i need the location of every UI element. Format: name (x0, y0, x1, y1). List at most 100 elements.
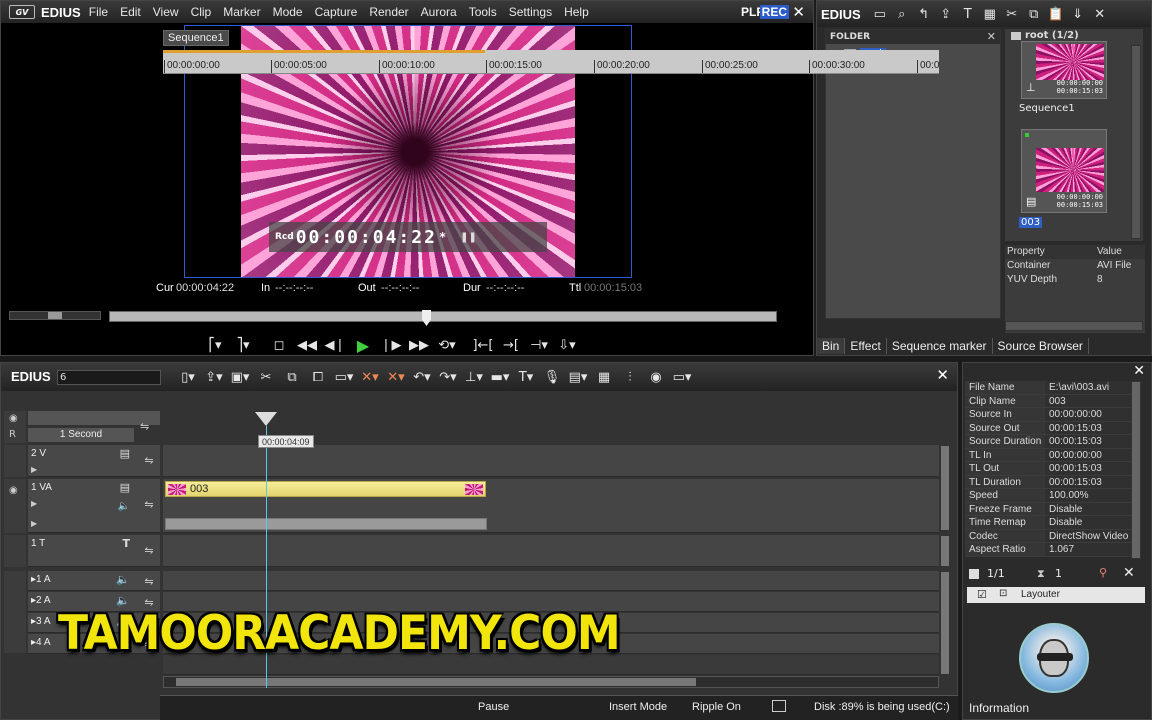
close-icon[interactable]: ✕ (792, 3, 805, 21)
tab-information[interactable]: Information (965, 699, 1035, 717)
audio-track-scrollbar[interactable] (940, 571, 950, 675)
render-icon[interactable]: ▤▾ (565, 366, 591, 388)
title-icon[interactable]: T (957, 3, 979, 25)
timeline-hscroll[interactable] (163, 676, 939, 688)
close-icon[interactable]: ✕ (987, 30, 996, 44)
ripple-delete-icon[interactable]: ✕▾ (383, 366, 409, 388)
delete-icon[interactable]: ✕ (1123, 565, 1135, 581)
save-icon[interactable]: ▣▾ (227, 366, 253, 388)
color-correction-icon[interactable]: ◉ (643, 366, 669, 388)
step-back-icon[interactable]: ◀❘ (321, 334, 349, 356)
scrub-bar[interactable] (109, 310, 777, 326)
shuttle-slider[interactable] (9, 311, 101, 320)
checkbox-icon[interactable]: ☑ (977, 588, 987, 601)
title-icon[interactable]: T▾ (513, 366, 539, 388)
play-icon[interactable]: ▶ (349, 334, 377, 356)
sync-icon[interactable]: ⇋ (138, 498, 160, 511)
timeline-clip-003[interactable]: 003 (165, 481, 486, 497)
paste-icon[interactable]: 📋 (1045, 3, 1067, 25)
project-field[interactable]: 6 (57, 370, 161, 385)
property-hscroll[interactable] (1005, 321, 1143, 331)
open-project-icon[interactable]: ⇪▾ (201, 366, 227, 388)
fast-forward-icon[interactable]: ▶▶ (405, 334, 433, 356)
menu-settings[interactable]: Settings (509, 5, 552, 19)
insert-icon[interactable]: ]←[ (469, 334, 497, 356)
speaker-icon[interactable]: 🔈 (116, 573, 130, 586)
clip-name-003[interactable]: 003 (1019, 217, 1043, 228)
replace-icon[interactable]: ▭▾ (331, 366, 357, 388)
video-track-icon[interactable]: ▤ (120, 447, 130, 460)
visibility-icon[interactable]: ◉ (9, 485, 18, 496)
expand-arrow-icon[interactable]: ▶ (31, 499, 37, 508)
sync-icon[interactable]: ⇋ (138, 544, 160, 557)
menu-marker[interactable]: Marker (223, 5, 260, 19)
import-icon[interactable]: ⇪ (935, 3, 957, 25)
set-in-icon[interactable]: ⎡▾ (201, 334, 229, 356)
clip-pane-scrollbar[interactable] (1131, 45, 1141, 239)
up-folder-icon[interactable]: ↰ (913, 3, 935, 25)
redo-icon[interactable]: ↷▾ (435, 366, 461, 388)
shuttle-knob[interactable] (48, 312, 62, 319)
menu-aurora[interactable]: Aurora (421, 5, 457, 19)
timescale-select[interactable]: 1 Second (28, 428, 134, 442)
add-cut-icon[interactable]: ⊥▾ (461, 366, 487, 388)
menu-edit[interactable]: Edit (120, 5, 141, 19)
record-icon[interactable]: R (9, 429, 16, 440)
layout-icon[interactable]: ▭▾ (669, 366, 695, 388)
menu-tools[interactable]: Tools (469, 5, 497, 19)
sync-icon[interactable]: ⇋ (138, 454, 160, 467)
information-scrollbar[interactable] (1131, 381, 1141, 559)
title-track-scrollbar[interactable] (940, 535, 950, 567)
add-to-timeline-icon[interactable]: ⇓ (1067, 3, 1089, 25)
status-ripple[interactable]: Ripple On (692, 701, 741, 713)
paste-icon[interactable]: ⧠ (305, 366, 331, 388)
scrub-position-handle[interactable] (422, 310, 431, 326)
video-track-scrollbar[interactable] (940, 445, 950, 531)
tab-effect[interactable]: Effect (845, 338, 887, 354)
tab-source-browser[interactable]: Source Browser (993, 338, 1089, 354)
menu-file[interactable]: File (89, 5, 108, 19)
audio-mixer-icon[interactable]: ⫶ (617, 366, 643, 388)
track-area-2v[interactable] (163, 445, 939, 477)
loop-icon[interactable]: ⟲▾ (433, 334, 461, 356)
multicam-icon[interactable]: ▦ (591, 366, 617, 388)
timeline-audio-clip[interactable] (165, 518, 487, 530)
rec-toggle[interactable]: REC (759, 5, 789, 19)
menu-capture[interactable]: Capture (315, 5, 358, 19)
menu-view[interactable]: View (153, 5, 179, 19)
video-track-icon[interactable]: ▤ (120, 481, 130, 494)
layout-list-icon[interactable] (969, 569, 979, 579)
track-area-1t[interactable] (163, 535, 939, 567)
close-icon[interactable]: ✕ (936, 366, 949, 384)
tab-bin[interactable]: Bin (817, 338, 846, 354)
stop-icon[interactable]: ◻ (265, 334, 293, 356)
menu-clip[interactable]: Clip (191, 5, 212, 19)
cut-icon[interactable]: ✂ (253, 366, 279, 388)
overwrite-icon[interactable]: →[ (497, 334, 525, 356)
menu-mode[interactable]: Mode (273, 5, 303, 19)
track-area-1a[interactable] (163, 571, 939, 591)
layer-icon[interactable]: ⧗ (1037, 567, 1045, 581)
delete-icon[interactable]: ✕ (1089, 3, 1111, 25)
layouter-item[interactable]: ☑ ⊡ Layouter (967, 587, 1145, 603)
undo-icon[interactable]: ↶▾ (409, 366, 435, 388)
voice-over-icon[interactable]: 🎙 (539, 366, 565, 388)
set-out-icon[interactable]: ⎤▾ (229, 334, 257, 356)
new-sequence-icon[interactable]: ▯▾ (175, 366, 201, 388)
rewind-icon[interactable]: ◀◀ (293, 334, 321, 356)
menu-render[interactable]: Render (369, 5, 408, 19)
transition-icon[interactable]: ▬▾ (487, 366, 513, 388)
expand-arrow-icon[interactable]: ▶ (31, 465, 37, 474)
search-icon[interactable]: ⌕ (891, 3, 913, 25)
clip-name-sequence1[interactable]: Sequence1 (1019, 103, 1075, 114)
folder-icon[interactable]: ▭ (869, 3, 891, 25)
expand-arrow-icon[interactable]: ▶ (31, 519, 37, 528)
copy-icon[interactable]: ⧉ (279, 366, 305, 388)
match-frame-icon[interactable]: ⊣▾ (525, 334, 553, 356)
clip-thumb-sequence1[interactable]: ⊥ 00:00:00:00 00:00:15:03 (1021, 41, 1107, 99)
close-icon[interactable]: ✕ (1133, 363, 1145, 379)
copy-icon[interactable]: ⧉ (1023, 3, 1045, 25)
timeline-ruler[interactable]: 00:00:00:00 00:00:05:00 00:00:10:00 00:0… (163, 50, 939, 74)
export-icon[interactable]: ⇩▾ (553, 334, 581, 356)
sync-icon[interactable]: ⇋ (138, 575, 160, 588)
